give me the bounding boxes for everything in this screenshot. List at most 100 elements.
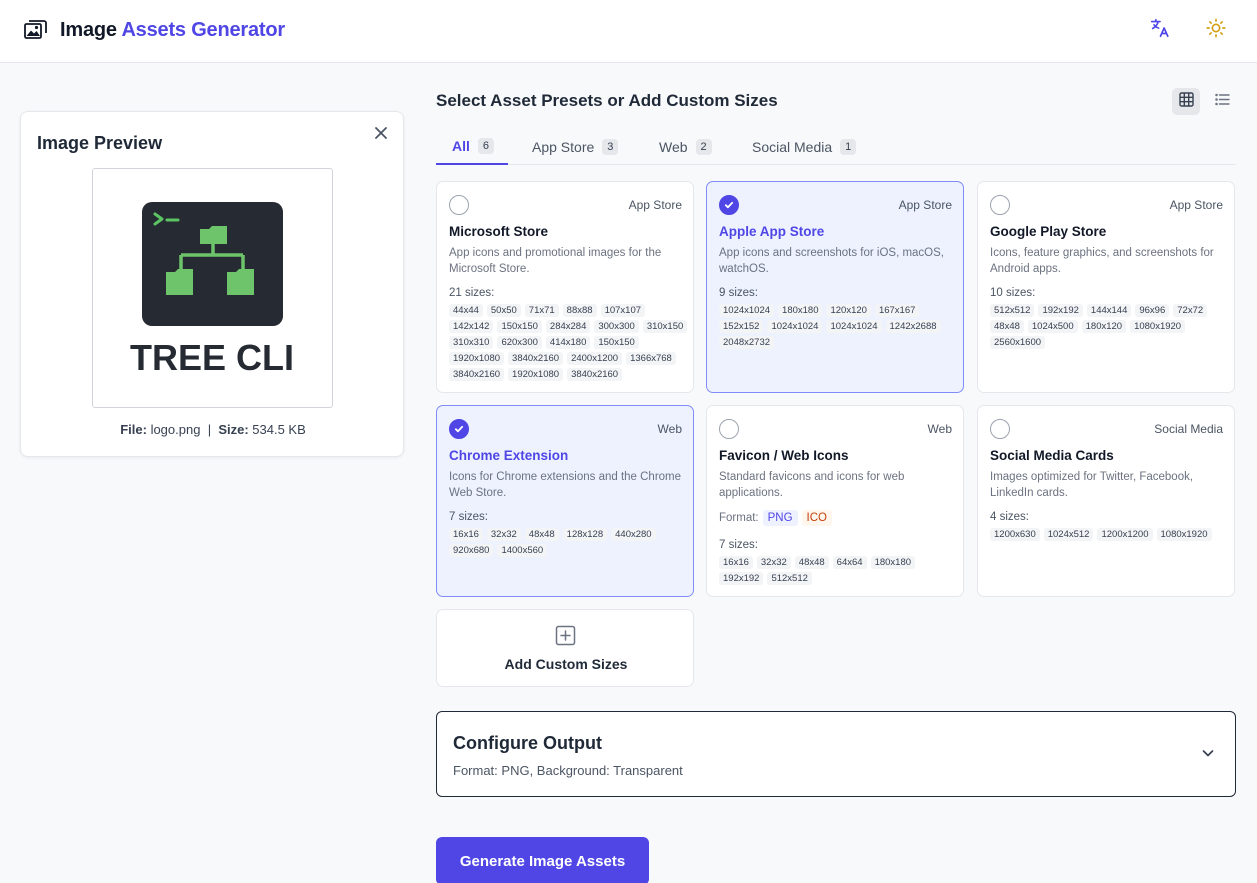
size-chip-list: 1024x1024 180x180 120x120 167x167 152x15… (719, 304, 959, 349)
app-header: Image Assets Generator (0, 0, 1257, 63)
tab-web[interactable]: Web 2 (643, 128, 728, 165)
preset-radio[interactable] (990, 195, 1010, 215)
tab-social-media[interactable]: Social Media 1 (736, 128, 872, 165)
preset-description: App icons and promotional images for the… (449, 247, 662, 275)
size-chip: 64x64 (832, 556, 867, 569)
preset-card-google-play-store[interactable]: App Store Google Play Store Icons, featu… (977, 181, 1235, 393)
list-view-button[interactable] (1208, 88, 1236, 115)
preset-radio[interactable] (719, 195, 739, 215)
plus-square-icon (555, 625, 576, 646)
tab-all[interactable]: All 6 (436, 128, 508, 165)
preview-image-caption: TREE CLI (130, 337, 294, 378)
size-chip: 1242x2688 (885, 320, 941, 333)
chevron-down-icon (1200, 745, 1216, 761)
tab-count-badge: 3 (602, 138, 619, 155)
sizes-label: 9 sizes: (719, 287, 758, 299)
size-chip: 440x280 (611, 528, 656, 541)
size-chip: 44x44 (449, 304, 483, 317)
tab-count-badge: 2 (695, 138, 712, 155)
tab-app-store[interactable]: App Store 3 (516, 128, 634, 165)
size-chip: 310x310 (449, 336, 494, 349)
check-icon (454, 425, 464, 433)
preset-name: Chrome Extension (449, 448, 569, 463)
tab-label: All (452, 137, 470, 154)
size-chip: 192x192 (1038, 304, 1083, 317)
app-title-main: Image (60, 19, 117, 41)
close-preview-button[interactable] (372, 126, 390, 144)
theme-toggle-button[interactable] (1204, 17, 1228, 44)
grid-view-button[interactable] (1172, 88, 1200, 115)
preset-tabs: All 6 App Store 3 Web 2 Social Media 1 (436, 128, 1236, 165)
size-chip: 96x96 (1135, 304, 1170, 317)
presets-section-title: Select Asset Presets or Add Custom Sizes (436, 91, 778, 110)
preview-image: TREE CLI (130, 202, 294, 378)
size-chip-list: 512x512 192x192 144x144 96x96 72x72 48x4… (990, 304, 1230, 349)
generate-assets-button[interactable]: Generate Image Assets (436, 837, 649, 883)
sizes-label: 21 sizes: (449, 287, 495, 299)
sun-icon (1205, 17, 1227, 44)
size-chip: 180x180 (870, 556, 916, 569)
size-chip: 180x180 (778, 304, 823, 317)
preset-radio[interactable] (990, 419, 1010, 439)
preset-radio[interactable] (719, 419, 739, 439)
preset-name: Microsoft Store (449, 224, 549, 239)
size-chip: 3840x2160 (508, 352, 564, 365)
preset-name: Favicon / Web Icons (719, 448, 849, 463)
size-chip: 1080x1920 (1130, 320, 1186, 333)
size-chip: 2560x1600 (990, 336, 1046, 349)
size-chip: 1920x1080 (449, 352, 505, 365)
size-chip: 3840x2160 (449, 368, 505, 381)
preset-category: Web (927, 422, 952, 436)
size-chip: 72x72 (1173, 304, 1208, 317)
size-chip: 300x300 (594, 320, 639, 333)
size-chip: 150x150 (594, 336, 639, 349)
format-label: Format: (719, 512, 759, 524)
list-view-icon (1214, 93, 1230, 111)
check-icon (724, 201, 734, 209)
file-info-separator: | (207, 422, 212, 437)
format-badge-png: PNG (762, 510, 798, 526)
tab-label: Social Media (752, 138, 833, 155)
size-chip: 620x300 (497, 336, 542, 349)
preset-category: App Store (898, 198, 952, 212)
preset-category: Social Media (1154, 422, 1223, 436)
size-chip: 144x144 (1086, 304, 1132, 317)
configure-output-accordion[interactable]: Configure Output Format: PNG, Background… (436, 711, 1236, 797)
size-chip: 1366x768 (626, 352, 676, 365)
preset-card-apple-app-store[interactable]: App Store Apple App Store App icons and … (706, 181, 964, 393)
preset-radio[interactable] (449, 419, 469, 439)
size-chip: 152x152 (719, 320, 764, 333)
preset-description: Icons, feature graphics, and screenshots… (990, 247, 1214, 275)
preset-card-social-media-cards[interactable]: Social Media Social Media Cards Images o… (977, 405, 1235, 597)
size-chip-list: 44x44 50x50 71x71 88x88 107x107 142x142 … (449, 304, 689, 381)
add-custom-sizes-card[interactable]: Add Custom Sizes (436, 609, 694, 687)
preset-category: App Store (628, 198, 682, 212)
sizes-label: 7 sizes: (449, 511, 488, 523)
size-chip: 1080x1920 (1156, 528, 1212, 541)
preset-card-microsoft-store[interactable]: App Store Microsoft Store App icons and … (436, 181, 694, 393)
size-chip: 2400x1200 (567, 352, 623, 365)
preview-title: Image Preview (37, 133, 163, 153)
size-chip: 1200x1200 (1097, 528, 1153, 541)
tab-label: Web (659, 138, 688, 155)
close-icon (374, 126, 388, 145)
size-chip: 310x150 (642, 320, 688, 333)
size-chip: 414x180 (545, 336, 591, 349)
preset-card-favicon-web-icons[interactable]: Web Favicon / Web Icons Standard favicon… (706, 405, 964, 597)
size-chip: 167x167 (874, 304, 920, 317)
format-row: Format: PNG ICO (719, 510, 832, 526)
size-chip: 71x71 (524, 304, 559, 317)
size-chip: 512x512 (767, 572, 812, 585)
tab-count-badge: 1 (840, 138, 857, 155)
language-button[interactable] (1148, 18, 1172, 42)
size-chip: 1024x1024 (719, 304, 775, 317)
preset-name: Apple App Store (719, 224, 825, 239)
tab-label: App Store (532, 138, 595, 155)
preset-radio[interactable] (449, 195, 469, 215)
app-title-accent: Assets Generator (121, 19, 285, 41)
size-chip: 48x48 (524, 528, 559, 541)
image-preview-panel: Image Preview TREE CLI File: logo.png | … (20, 111, 404, 457)
image-stack-icon (24, 19, 48, 41)
size-chip: 32x32 (486, 528, 521, 541)
preset-card-chrome-extension[interactable]: Web Chrome Extension Icons for Chrome ex… (436, 405, 694, 597)
